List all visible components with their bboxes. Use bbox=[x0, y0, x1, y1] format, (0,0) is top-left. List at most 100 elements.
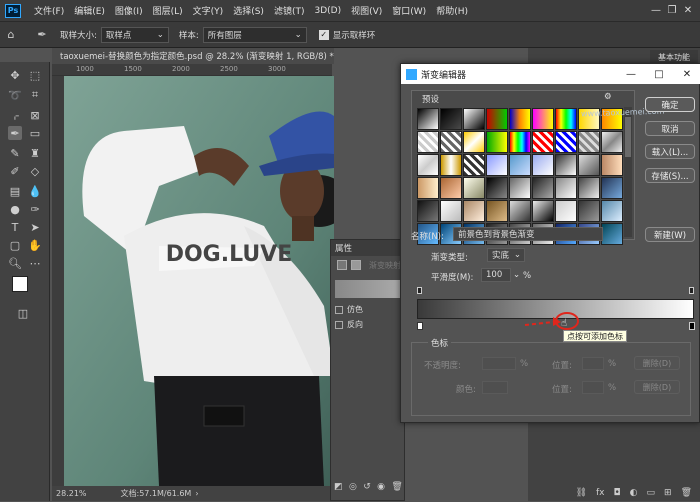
minimize-icon[interactable]: — bbox=[617, 69, 645, 80]
zoom-level[interactable]: 28.21% bbox=[56, 489, 87, 498]
preset-swatch[interactable] bbox=[555, 154, 577, 176]
show-ring-checkbox[interactable]: ✓ bbox=[318, 29, 329, 40]
preset-swatch[interactable] bbox=[417, 177, 439, 199]
smoothness-input[interactable]: 100 bbox=[481, 268, 511, 282]
mask-add-icon[interactable]: ◘ bbox=[614, 488, 621, 498]
crop-tool-icon[interactable]: ⌌ bbox=[8, 108, 22, 122]
preset-swatch[interactable] bbox=[486, 200, 508, 222]
preset-swatch[interactable] bbox=[532, 177, 554, 199]
preset-swatch[interactable] bbox=[601, 154, 623, 176]
load-button[interactable]: 载入(L)... bbox=[645, 144, 695, 159]
gradient-preview[interactable] bbox=[335, 280, 400, 298]
frame-tool-icon[interactable]: ⊠ bbox=[28, 108, 42, 122]
preset-swatch[interactable] bbox=[417, 154, 439, 176]
preset-swatch[interactable] bbox=[532, 154, 554, 176]
preset-swatch[interactable] bbox=[509, 108, 531, 130]
eyedropper-tool-icon[interactable]: ✒ bbox=[30, 28, 54, 41]
blur-tool-icon[interactable]: 💧 bbox=[28, 184, 42, 198]
preset-swatch[interactable] bbox=[463, 131, 485, 153]
move-tool-icon[interactable]: ✥ bbox=[8, 68, 22, 82]
sample-size-select[interactable]: 取样点 ⌄ bbox=[100, 26, 169, 43]
menu-filter[interactable]: 滤镜(T) bbox=[269, 4, 310, 17]
marquee-tool-icon[interactable]: ⬚ bbox=[28, 68, 42, 82]
trash-icon[interactable]: 🗑︎ bbox=[681, 488, 692, 498]
delete-opacity-stop-button[interactable]: 删除(D) bbox=[634, 356, 680, 370]
gradient-type-select[interactable]: 实底 ⌄ bbox=[487, 248, 525, 262]
preset-swatch[interactable] bbox=[417, 200, 439, 222]
folder-icon[interactable]: ▭ bbox=[647, 488, 656, 498]
close-icon[interactable]: ✕ bbox=[673, 69, 700, 80]
visibility-icon[interactable]: ◉ bbox=[377, 482, 385, 492]
preset-swatch[interactable] bbox=[601, 200, 623, 222]
preset-swatch[interactable] bbox=[417, 108, 439, 130]
color-stop-left[interactable] bbox=[417, 322, 423, 330]
preset-swatch[interactable] bbox=[601, 177, 623, 199]
quick-mask-icon[interactable]: ◫ bbox=[16, 306, 30, 320]
adjustment-add-icon[interactable]: ◐ bbox=[630, 488, 638, 498]
preset-swatch[interactable] bbox=[463, 177, 485, 199]
preset-swatch[interactable] bbox=[486, 131, 508, 153]
restore-icon[interactable]: ❐ bbox=[664, 5, 680, 16]
stamp-tool-icon[interactable]: ♜ bbox=[28, 146, 42, 160]
path-select-tool-icon[interactable]: ➤ bbox=[28, 220, 42, 234]
opacity-stop-left[interactable] bbox=[417, 287, 422, 294]
preset-swatch[interactable] bbox=[509, 200, 531, 222]
preset-swatch[interactable] bbox=[463, 108, 485, 130]
color-location-input[interactable] bbox=[582, 381, 604, 394]
gear-icon[interactable]: ⚙ bbox=[604, 92, 612, 102]
preset-swatch[interactable] bbox=[440, 177, 462, 199]
workspace-tab[interactable]: 基本功能 bbox=[650, 50, 698, 64]
rectangle-tool-icon[interactable]: ▢ bbox=[8, 238, 22, 252]
chevron-right-icon[interactable]: › bbox=[195, 489, 198, 498]
ok-button[interactable]: 确定 bbox=[645, 97, 695, 112]
menu-edit[interactable]: 编辑(E) bbox=[69, 4, 110, 17]
preset-swatch[interactable] bbox=[440, 154, 462, 176]
preset-swatch[interactable] bbox=[532, 108, 554, 130]
menu-type[interactable]: 文字(Y) bbox=[188, 4, 229, 17]
chevron-down-icon[interactable]: ⌄ bbox=[513, 270, 520, 280]
menu-window[interactable]: 窗口(W) bbox=[387, 4, 431, 17]
new-layer-icon[interactable]: ⊞ bbox=[664, 488, 672, 498]
menu-layer[interactable]: 图层(L) bbox=[148, 4, 188, 17]
link-icon[interactable]: ⛓ bbox=[576, 488, 587, 498]
preset-swatch[interactable] bbox=[463, 200, 485, 222]
menu-view[interactable]: 视图(V) bbox=[346, 4, 387, 17]
delete-color-stop-button[interactable]: 删除(D) bbox=[634, 380, 680, 394]
home-icon[interactable]: ⌂ bbox=[0, 28, 22, 41]
new-button[interactable]: 新建(W) bbox=[645, 227, 695, 242]
pen-tool-icon[interactable]: ✑ bbox=[28, 202, 42, 216]
brush-tool-icon[interactable]: ✎ bbox=[8, 146, 22, 160]
stop-opacity-input[interactable] bbox=[482, 357, 516, 370]
opacity-location-input[interactable] bbox=[582, 357, 604, 370]
close-icon[interactable]: ✕ bbox=[680, 5, 696, 16]
quick-select-tool-icon[interactable]: ⌗ bbox=[28, 88, 42, 102]
menu-help[interactable]: 帮助(H) bbox=[431, 4, 473, 17]
menu-select[interactable]: 选择(S) bbox=[228, 4, 269, 17]
foreground-color-swatch[interactable] bbox=[12, 276, 28, 292]
eraser-tool-icon[interactable]: ◇ bbox=[28, 164, 42, 178]
preset-swatch[interactable] bbox=[440, 131, 462, 153]
fx-icon[interactable]: fx bbox=[596, 488, 605, 498]
more-tools-icon[interactable]: ⋯ bbox=[28, 256, 42, 270]
menu-file[interactable]: 文件(F) bbox=[29, 4, 69, 17]
preset-swatch[interactable] bbox=[440, 108, 462, 130]
opacity-stop-right[interactable] bbox=[689, 287, 694, 294]
preset-swatch[interactable] bbox=[532, 131, 554, 153]
preset-swatch[interactable] bbox=[509, 177, 531, 199]
dither-checkbox[interactable] bbox=[335, 305, 343, 314]
preset-swatch[interactable] bbox=[555, 200, 577, 222]
preset-swatch[interactable] bbox=[509, 131, 531, 153]
spot-heal-tool-icon[interactable]: ▭ bbox=[28, 126, 42, 140]
stop-color-swatch[interactable] bbox=[482, 381, 508, 394]
preset-swatch[interactable] bbox=[486, 108, 508, 130]
menu-3d[interactable]: 3D(D) bbox=[309, 6, 346, 16]
save-button[interactable]: 存储(S)... bbox=[645, 168, 695, 183]
menu-image[interactable]: 图像(I) bbox=[110, 4, 148, 17]
preset-swatch[interactable] bbox=[578, 131, 600, 153]
preset-swatch[interactable] bbox=[601, 131, 623, 153]
scrollbar-thumb[interactable] bbox=[625, 117, 631, 157]
preset-swatch[interactable] bbox=[578, 200, 600, 222]
minimize-icon[interactable]: — bbox=[648, 5, 664, 16]
lasso-tool-icon[interactable]: ➰ bbox=[8, 88, 22, 102]
preset-swatch[interactable] bbox=[555, 177, 577, 199]
